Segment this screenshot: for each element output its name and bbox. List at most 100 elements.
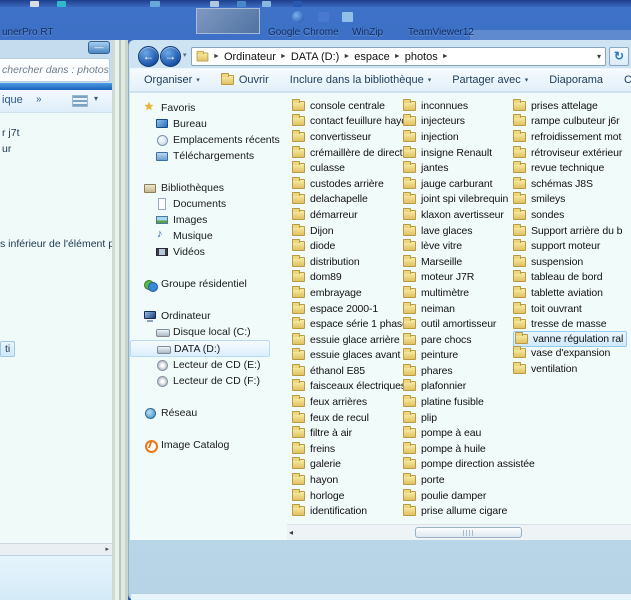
folder-item-dom89[interactable]: dom89 bbox=[292, 270, 416, 286]
toolbar-ouvrir[interactable]: Ouvrir bbox=[221, 74, 269, 86]
folder-item-vase-d-expansion[interactable]: vase d'expansion bbox=[513, 346, 627, 362]
desktop-icon[interactable] bbox=[150, 1, 160, 7]
folder-item-convertisseur[interactable]: convertisseur bbox=[292, 129, 416, 145]
toolbar-inclure-dans-la-bibliotheque[interactable]: Inclure dans la bibliothèque▾ bbox=[290, 74, 431, 86]
breadcrumb-segment-ordinateur[interactable]: Ordinateur bbox=[224, 51, 276, 63]
folder-item-horloge[interactable]: horloge bbox=[292, 488, 416, 504]
breadcrumb-arrow-icon[interactable]: ► bbox=[442, 53, 449, 60]
back-button[interactable]: ← bbox=[138, 46, 159, 67]
breadcrumb-arrow-icon[interactable]: ► bbox=[280, 53, 287, 60]
scrollbar-thumb[interactable] bbox=[415, 527, 522, 538]
sidebar-item-videos[interactable]: Vidéos bbox=[130, 244, 282, 260]
folder-item-retroviseur-exterieur[interactable]: rétroviseur extérieur bbox=[513, 145, 627, 161]
folder-item-ventilation[interactable]: ventilation bbox=[513, 361, 627, 377]
address-dropdown-icon[interactable]: ▾ bbox=[597, 52, 601, 61]
folder-item-filtre-a-air[interactable]: filtre à air bbox=[292, 425, 416, 441]
folder-item-pompe-direction-assistee[interactable]: pompe direction assistée bbox=[403, 457, 535, 473]
scroll-right-icon[interactable]: ▸ bbox=[105, 545, 109, 553]
folder-item-vanne-regulation-ral[interactable]: vanne régulation ral bbox=[513, 331, 627, 347]
chevron-down-icon[interactable]: ▾ bbox=[94, 94, 98, 103]
folder-item-custodes-arriere[interactable]: custodes arrière bbox=[292, 176, 416, 192]
folder-item-freins[interactable]: freins bbox=[292, 441, 416, 457]
desktop-icon-label[interactable]: TeamViewer12 bbox=[408, 27, 474, 39]
folder-item-plip[interactable]: plip bbox=[403, 410, 535, 426]
sidebar-item-images[interactable]: Images bbox=[130, 212, 282, 228]
sidebar-item-telechargements[interactable]: Téléchargements bbox=[130, 148, 282, 164]
folder-item-sondes[interactable]: sondes bbox=[513, 207, 627, 223]
desktop-icon-label[interactable]: WinZip bbox=[352, 27, 383, 39]
folder-item-support-arriere-du-b[interactable]: Support arrière du b bbox=[513, 223, 627, 239]
folder-item-feux-arrieres[interactable]: feux arrières bbox=[292, 394, 416, 410]
folder-item-tresse-de-masse[interactable]: tresse de masse bbox=[513, 316, 627, 332]
sidebar-item-documents[interactable]: Documents bbox=[130, 196, 282, 212]
folder-item-schemas-j8s[interactable]: schémas J8S bbox=[513, 176, 627, 192]
breadcrumb-arrow-icon[interactable]: ► bbox=[343, 53, 350, 60]
selected-item-fragment[interactable]: ti bbox=[0, 341, 15, 357]
desktop-icon[interactable] bbox=[292, 11, 304, 23]
sidebar-item-bureau[interactable]: Bureau bbox=[130, 116, 282, 132]
overflow-chevron-icon[interactable]: » bbox=[36, 94, 42, 105]
folder-item-hayon[interactable]: hayon bbox=[292, 472, 416, 488]
desktop-icon[interactable] bbox=[262, 1, 271, 7]
scrollbar[interactable]: ▸ bbox=[0, 543, 112, 555]
toolbar-partager-avec[interactable]: Partager avec▾ bbox=[452, 74, 528, 86]
folder-item-culasse[interactable]: culasse bbox=[292, 160, 416, 176]
sidebar-item-favoris[interactable]: Favoris bbox=[130, 100, 282, 116]
folder-item-distribution[interactable]: distribution bbox=[292, 254, 416, 270]
desktop-icon[interactable] bbox=[293, 1, 302, 7]
minimize-button[interactable]: — bbox=[88, 41, 110, 54]
folder-item-diode[interactable]: diode bbox=[292, 238, 416, 254]
scroll-left-icon[interactable]: ◂ bbox=[289, 528, 293, 537]
desktop-icon[interactable] bbox=[342, 12, 353, 22]
folder-item-delachapelle[interactable]: delachapelle bbox=[292, 192, 416, 208]
desktop-icon[interactable] bbox=[237, 1, 246, 7]
folder-item-smileys[interactable]: smileys bbox=[513, 192, 627, 208]
address-bar[interactable]: ►Ordinateur►DATA (D:)►espace►photos► ▾ bbox=[191, 47, 606, 66]
search-box[interactable]: chercher dans : photos bbox=[0, 58, 110, 82]
folder-item-tablette-aviation[interactable]: tablette aviation bbox=[513, 285, 627, 301]
sidebar-item-ordinateur[interactable]: Ordinateur bbox=[130, 308, 282, 324]
folder-item-essuie-glaces-avant[interactable]: essuie glaces avant bbox=[292, 348, 416, 364]
folder-item-demarreur[interactable]: démarreur bbox=[292, 207, 416, 223]
folder-item-cremaillere-de-direction[interactable]: crémaillère de direction bbox=[292, 145, 416, 161]
folder-item-console-centrale[interactable]: console centrale bbox=[292, 98, 416, 114]
toolbar-courrier-electr[interactable]: Courrier électr bbox=[624, 74, 631, 86]
breadcrumb-segment-espace[interactable]: espace bbox=[354, 51, 389, 63]
sidebar-item-bibliotheques[interactable]: Bibliothèques bbox=[130, 180, 282, 196]
desktop-photo-thumbnail[interactable] bbox=[196, 8, 260, 34]
sidebar-item-reseau[interactable]: Réseau bbox=[130, 405, 282, 421]
folder-item-plafonnier[interactable]: plafonnier bbox=[403, 379, 535, 395]
desktop-icon-label[interactable]: unerPro RT bbox=[2, 27, 54, 39]
folder-item-identification[interactable]: identification bbox=[292, 503, 416, 519]
breadcrumb-arrow-icon[interactable]: ► bbox=[213, 53, 220, 60]
sidebar-item-disque-local-c[interactable]: Disque local (C:) bbox=[130, 324, 282, 340]
folder-item-faisceaux-electriques[interactable]: faisceaux électriques bbox=[292, 379, 416, 395]
breadcrumb-segment-photos[interactable]: photos bbox=[405, 51, 438, 63]
folder-item-essuie-glace-arriere[interactable]: essuie glace arrière bbox=[292, 332, 416, 348]
folder-item-suspension[interactable]: suspension bbox=[513, 254, 627, 270]
sidebar-item-image-catalog[interactable]: Image Catalog bbox=[130, 437, 282, 453]
sidebar-item-lecteur-de-cd-e[interactable]: Lecteur de CD (E:) bbox=[130, 357, 282, 373]
folder-item-revue-technique[interactable]: revue technique bbox=[513, 160, 627, 176]
sidebar-item-musique[interactable]: Musique bbox=[130, 228, 282, 244]
sidebar-item-lecteur-de-cd-f[interactable]: Lecteur de CD (F:) bbox=[130, 373, 282, 389]
desktop-icon[interactable] bbox=[57, 1, 66, 7]
folder-item-embrayage[interactable]: embrayage bbox=[292, 285, 416, 301]
toolbar-organiser[interactable]: Organiser▾ bbox=[144, 74, 200, 86]
folder-item-pompe-a-eau[interactable]: pompe à eau bbox=[403, 425, 535, 441]
folder-item-prises-attelage[interactable]: prises attelage bbox=[513, 98, 627, 114]
desktop-icon-label[interactable]: Google Chrome bbox=[268, 27, 339, 39]
folder-item-espace-2000-1[interactable]: espace 2000-1 bbox=[292, 301, 416, 317]
sidebar-item-emplacements-recents[interactable]: Emplacements récents bbox=[130, 132, 282, 148]
folder-item-espace-serie-1-phase-1[interactable]: espace série 1 phase 1 bbox=[292, 316, 416, 332]
horizontal-scrollbar[interactable]: ◂ bbox=[287, 524, 631, 540]
views-icon[interactable] bbox=[72, 95, 88, 107]
folder-item-platine-fusible[interactable]: platine fusible bbox=[403, 394, 535, 410]
folder-item-prise-allume-cigare[interactable]: prise allume cigare bbox=[403, 503, 535, 519]
desktop-icon[interactable] bbox=[30, 1, 39, 7]
folder-item-poulie-damper[interactable]: poulie damper bbox=[403, 488, 535, 504]
breadcrumb-arrow-icon[interactable]: ► bbox=[394, 53, 401, 60]
sidebar-item-data-d[interactable]: DATA (D:) bbox=[130, 340, 270, 357]
folder-item-rampe-culbuteur-j6r[interactable]: rampe culbuteur j6r bbox=[513, 114, 627, 130]
folder-item-tableau-de-bord[interactable]: tableau de bord bbox=[513, 270, 627, 286]
